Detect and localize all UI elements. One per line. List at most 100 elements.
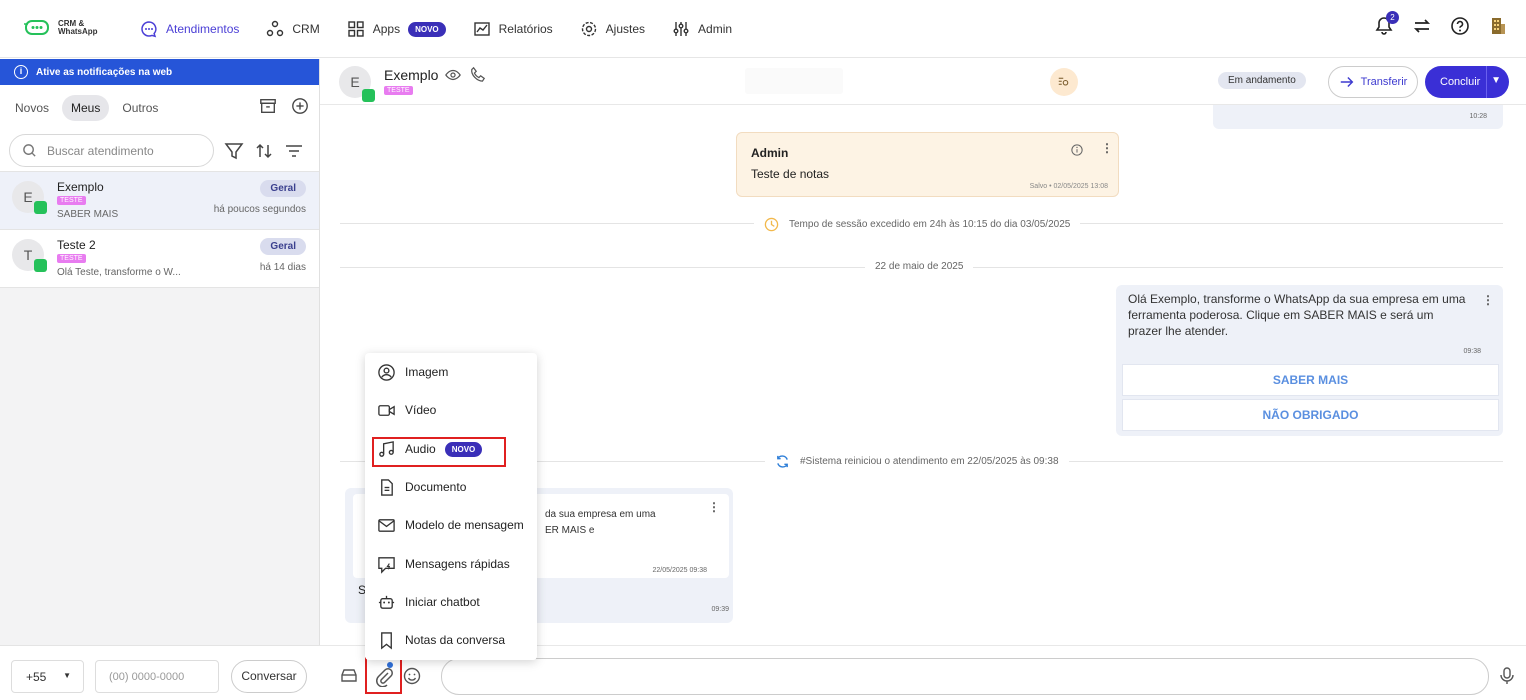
sort-icon[interactable] xyxy=(254,141,274,161)
conversation-item[interactable]: E Exemplo TESTE SABER MAIS Geral há pouc… xyxy=(0,172,319,230)
document-icon xyxy=(381,478,393,496)
nav-admin[interactable]: Admin xyxy=(672,20,732,38)
notifications-banner[interactable]: i Ative as notificações na web xyxy=(0,59,319,85)
menu-item-video[interactable]: Vídeo xyxy=(377,398,436,422)
conclude-label: Concluir xyxy=(1440,76,1481,88)
building-icon xyxy=(1492,18,1505,34)
conversation-last-message: SABER MAIS xyxy=(57,209,119,220)
phone-input[interactable]: (00) 0000-0000 xyxy=(95,660,219,693)
nav-label: Ajustes xyxy=(605,22,646,36)
emoji-icon[interactable] xyxy=(403,667,421,685)
menu-item-notas[interactable]: Notas da conversa xyxy=(377,628,505,652)
image-icon xyxy=(378,363,395,381)
transfer-button[interactable]: Transferir xyxy=(1328,66,1418,98)
microphone-icon[interactable] xyxy=(1498,666,1516,686)
company-button[interactable] xyxy=(1488,16,1508,36)
tab-meus[interactable]: Meus xyxy=(62,94,110,121)
new-conversation-footer: +55 ▼ (00) 0000-0000 Conversar xyxy=(0,645,320,700)
system-restart-notice: #Sistema reiniciou o atendimento em 22/0… xyxy=(765,454,1069,469)
conversar-button[interactable]: Conversar xyxy=(231,660,307,693)
main-nav: Atendimentos CRM Apps NOVO Relatórios Aj… xyxy=(140,0,759,58)
outgoing-message: Olá Exemplo, transforme o WhatsApp da su… xyxy=(1116,285,1503,436)
date-separator: 22 de maio de 2025 xyxy=(865,261,974,272)
nav-crm[interactable]: CRM xyxy=(266,20,320,38)
nav-atendimentos[interactable]: Atendimentos xyxy=(140,20,239,38)
nav-label: Relatórios xyxy=(498,22,553,36)
tab-novos[interactable]: Novos xyxy=(6,95,58,121)
note-text: Teste de notas xyxy=(751,167,830,181)
message-input[interactable] xyxy=(441,658,1489,695)
internal-note: Admin Teste de notas Salvo • 02/05/2025 … xyxy=(736,132,1119,197)
contact-tag: TESTE xyxy=(384,86,413,95)
conversation-item[interactable]: T Teste 2 TESTE Olá Teste, transforme o … xyxy=(0,230,319,288)
mail-icon xyxy=(378,518,395,532)
chat-icon xyxy=(141,21,157,38)
whatsapp-icon xyxy=(34,201,47,214)
menu-item-mensagens-rapidas[interactable]: Mensagens rápidas xyxy=(377,552,510,576)
search-input[interactable]: Buscar atendimento xyxy=(9,134,214,167)
info-icon[interactable] xyxy=(1071,144,1083,156)
attachment-button[interactable] xyxy=(365,657,402,694)
conversation-name: Teste 2 xyxy=(57,238,96,252)
menu-item-label: Vídeo xyxy=(405,403,437,417)
nav-ajustes[interactable]: Ajustes xyxy=(580,20,645,38)
menu-item-imagem[interactable]: Imagem xyxy=(377,360,448,384)
info-icon: i xyxy=(14,65,28,79)
nav-relatorios[interactable]: Relatórios xyxy=(473,20,553,38)
more-options-icon[interactable]: ⋮ xyxy=(708,500,720,514)
menu-item-chatbot[interactable]: Iniciar chatbot xyxy=(377,590,480,614)
more-options-icon[interactable]: ⋮ xyxy=(1482,293,1494,307)
menu-item-documento[interactable]: Documento xyxy=(377,475,466,499)
list-filter-icon[interactable] xyxy=(284,141,304,161)
nav-label: Admin xyxy=(698,22,733,36)
top-right-actions: 2 xyxy=(1374,11,1508,36)
notifications-button[interactable]: 2 xyxy=(1374,11,1399,36)
nav-label: CRM xyxy=(292,22,320,36)
conversation-tag: TESTE xyxy=(57,254,86,263)
message-time: 09:39 xyxy=(711,606,729,613)
archive-box-icon[interactable] xyxy=(340,667,358,685)
country-code-select[interactable]: +55 ▼ xyxy=(11,660,84,693)
sidebar-tabs: Novos Meus Outros xyxy=(0,85,319,130)
apps-icon xyxy=(348,21,364,37)
chevron-down-icon: ▼ xyxy=(63,671,71,680)
transfer-label: Transferir xyxy=(1360,76,1408,88)
note-saved: Salvo • 02/05/2025 13:08 xyxy=(1029,183,1108,190)
quoted-time: 22/05/2025 09:38 xyxy=(652,567,708,574)
nav-label: Apps xyxy=(372,22,401,36)
bookmark-icon xyxy=(381,631,392,649)
nao-obrigado-button[interactable]: NÃO OBRIGADO xyxy=(1122,399,1499,431)
conclude-button[interactable]: Concluir ▼ xyxy=(1425,66,1509,98)
menu-item-label: Imagem xyxy=(405,365,449,379)
menu-item-label: Mensagens rápidas xyxy=(405,557,510,571)
menu-item-label: Iniciar chatbot xyxy=(405,595,480,609)
phone-call-icon[interactable] xyxy=(470,66,486,82)
contact-name[interactable]: Exemplo xyxy=(384,67,438,83)
menu-item-label: Modelo de mensagem xyxy=(405,518,524,532)
queue-badge: Geral xyxy=(260,180,306,197)
transfer-arrows-button[interactable] xyxy=(1412,16,1432,36)
logo-text-2: WhatsApp xyxy=(58,27,98,36)
more-options-icon[interactable]: ⋮ xyxy=(1101,141,1113,155)
saber-mais-button[interactable]: SABER MAIS xyxy=(1122,364,1499,396)
chevron-down-icon[interactable]: ▼ xyxy=(1491,75,1501,86)
nav-apps[interactable]: Apps NOVO xyxy=(347,20,446,38)
quoted-text-line: da sua empresa em uma xyxy=(545,509,656,520)
search-icon xyxy=(23,144,36,157)
system-restart-text: #Sistema reiniciou o atendimento em 22/0… xyxy=(800,456,1059,467)
outgoing-message: 10:28 xyxy=(1213,105,1503,129)
archive-icon[interactable] xyxy=(259,97,277,115)
filter-icon[interactable] xyxy=(224,141,244,161)
search-messages-button[interactable] xyxy=(1050,68,1078,96)
arrow-right-icon xyxy=(1340,77,1354,87)
add-circle-icon[interactable] xyxy=(291,97,309,115)
eye-icon[interactable] xyxy=(445,67,461,83)
help-button[interactable] xyxy=(1450,16,1470,36)
refresh-icon xyxy=(777,455,788,468)
menu-item-modelo[interactable]: Modelo de mensagem xyxy=(377,513,524,537)
tab-outros[interactable]: Outros xyxy=(113,95,167,121)
app-logo[interactable]: CRM & WhatsApp xyxy=(24,16,104,40)
clock-icon xyxy=(764,217,779,232)
nav-label: Atendimentos xyxy=(166,22,240,36)
conversation-last-message: Olá Teste, transforme o W... xyxy=(57,267,181,278)
